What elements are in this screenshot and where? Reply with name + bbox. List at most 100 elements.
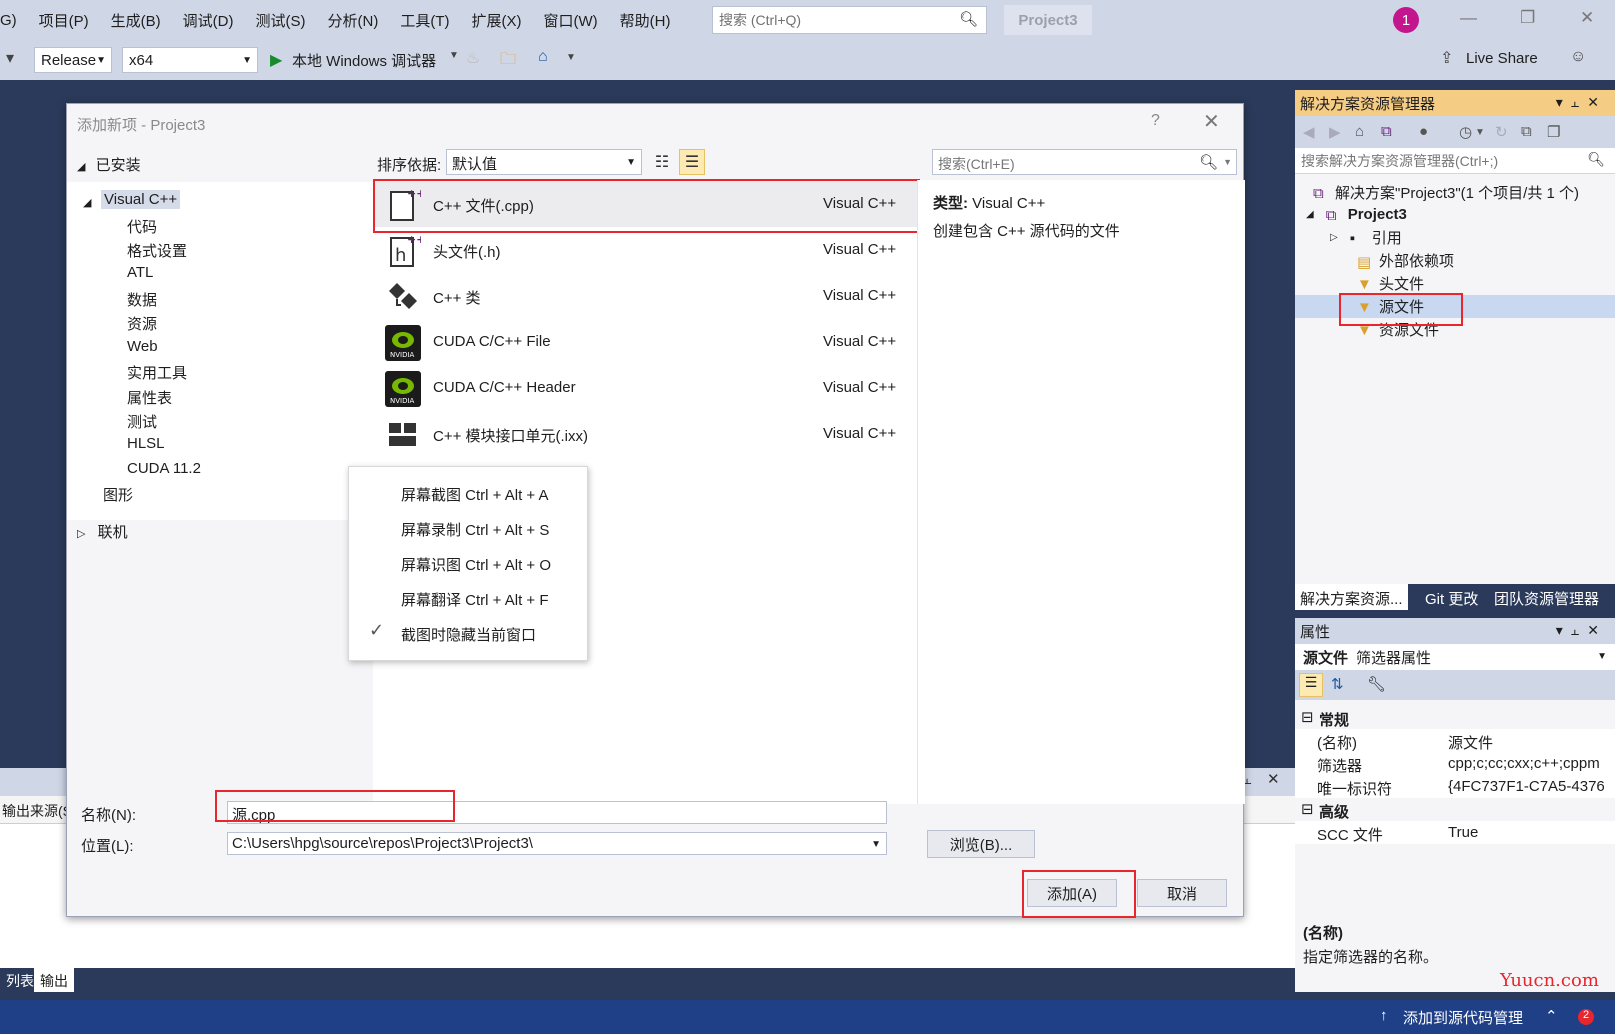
tree-item-cuda[interactable]: CUDA 11.2	[127, 460, 201, 477]
browse-button[interactable]: 浏览(B)...	[927, 830, 1035, 858]
categorized-icon[interactable]: ☰	[1299, 673, 1323, 697]
tree-item-format[interactable]: 格式设置	[127, 240, 187, 261]
menu-build-partial[interactable]: G)	[0, 12, 28, 29]
tree-expand-icon[interactable]: ◢	[83, 193, 91, 210]
window-icon[interactable]: ⌂	[538, 48, 548, 66]
home-icon[interactable]: ⌂	[1355, 123, 1364, 140]
template-row-cuda-file[interactable]: NVIDIA CUDA C/C++ File Visual C++	[373, 319, 917, 365]
tree-item-web[interactable]: Web	[127, 338, 158, 355]
wrench-icon[interactable]: 🔧︎	[1367, 675, 1386, 693]
debugger-button[interactable]: 本地 Windows 调试器	[292, 50, 436, 71]
sort-alpha-icon[interactable]: ⇅	[1331, 675, 1344, 693]
collapse-icon[interactable]: ⧉	[1521, 123, 1532, 140]
tree-item-atl[interactable]: ATL	[127, 264, 153, 281]
play-icon[interactable]: ▶	[270, 50, 282, 70]
chevron-down-icon[interactable]: ▼	[449, 50, 459, 61]
tree-references[interactable]: ▷ ▪ 引用	[1330, 226, 1402, 249]
tree-item-data[interactable]: 数据	[127, 289, 157, 310]
tab-solution-explorer[interactable]: 解决方案资源...	[1295, 584, 1408, 610]
prop-row[interactable]: (名称) 源文件	[1295, 729, 1615, 752]
sync-icon[interactable]: ↻	[1495, 123, 1508, 141]
menu-debug[interactable]: 调试(D)	[172, 10, 245, 31]
template-row-cuda-header[interactable]: NVIDIA CUDA C/C++ Header Visual C++	[373, 365, 917, 411]
prop-category-general[interactable]: ⊟ 常规	[1295, 706, 1615, 729]
global-search-input[interactable]: 搜索 (Ctrl+Q) 🔍︎	[712, 6, 987, 34]
tree-visual-cpp[interactable]: Visual C++	[101, 190, 181, 209]
close-icon[interactable]: ✕	[1267, 770, 1280, 788]
menu-item-recognize[interactable]: 屏幕识图 Ctrl + Alt + O	[401, 554, 551, 575]
person-icon[interactable]: ☺	[1570, 48, 1586, 66]
tree-project[interactable]: ◢ ⧉ Project3	[1306, 203, 1407, 226]
template-row-header[interactable]: h ++ 头文件(.h) Visual C++	[373, 227, 917, 273]
installed-header[interactable]: ◢ 已安装	[77, 154, 141, 175]
properties-object-selector[interactable]: 源文件 筛选器属性 ▼	[1295, 644, 1615, 670]
fire-icon[interactable]: ♨	[466, 48, 480, 68]
menu-build[interactable]: 生成(B)	[100, 10, 172, 31]
list-view-icon[interactable]: ☰	[679, 149, 705, 175]
menu-item-hide-window[interactable]: 截图时隐藏当前窗口	[401, 624, 536, 645]
tree-item-hlsl[interactable]: HLSL	[127, 435, 165, 452]
folder-icon[interactable]: 🗀	[500, 48, 516, 75]
location-combo[interactable]: C:\Users\hpg\source\repos\Project3\Proje…	[227, 832, 887, 855]
tab-git-changes[interactable]: Git 更改	[1420, 584, 1483, 610]
history-icon[interactable]: ◷	[1459, 123, 1472, 141]
prop-row[interactable]: 筛选器 cpp;c;cc;cxx;c++;cppm	[1295, 752, 1615, 775]
menu-project[interactable]: 项目(P)	[28, 10, 100, 31]
template-lang: Visual C++	[823, 425, 897, 442]
menu-item-record[interactable]: 屏幕录制 Ctrl + Alt + S	[401, 519, 549, 540]
prop-category-advanced[interactable]: ⊟ 高级	[1295, 798, 1615, 821]
globe-icon[interactable]: ●	[1419, 123, 1428, 140]
minimize-icon[interactable]: —	[1460, 8, 1477, 28]
toolbar-dropdown-icon[interactable]: ▾	[6, 48, 14, 68]
svg-text:++: ++	[407, 233, 421, 246]
notification-count-badge[interactable]: 2	[1578, 1009, 1594, 1025]
cancel-button[interactable]: 取消	[1137, 879, 1227, 907]
menu-item-translate[interactable]: 屏幕翻译 Ctrl + Alt + F	[401, 589, 549, 610]
config-combo[interactable]: Release ▼	[34, 47, 112, 73]
prop-row[interactable]: SCC 文件 True	[1295, 821, 1615, 844]
platform-combo[interactable]: x64 ▼	[122, 47, 258, 73]
tree-external-deps[interactable]: ▤ 外部依赖项	[1357, 249, 1454, 272]
live-share-button[interactable]: Live Share	[1466, 50, 1538, 67]
menu-window[interactable]: 窗口(W)	[532, 10, 608, 31]
help-button[interactable]: ?	[1151, 112, 1160, 130]
tree-item-utility[interactable]: 实用工具	[127, 362, 187, 383]
filter-folder-icon: ▼	[1357, 275, 1372, 293]
close-icon[interactable]: ✕	[1203, 109, 1220, 134]
tree-item-property-sheet[interactable]: 属性表	[127, 387, 172, 408]
template-row-class[interactable]: C++ 类 Visual C++	[373, 273, 917, 319]
grid-view-icon[interactable]: ☷	[649, 149, 675, 175]
menu-tools[interactable]: 工具(T)	[389, 10, 460, 31]
copy-icon[interactable]: ❐	[1547, 123, 1560, 141]
source-control-button[interactable]: 添加到源代码管理	[1403, 1007, 1523, 1028]
tree-solution[interactable]: ⧉ 解决方案"Project3"(1 个项目/共 1 个)	[1313, 181, 1579, 204]
close-window-icon[interactable]: ✕	[1580, 8, 1594, 28]
chevron-down-icon[interactable]: ▼	[566, 52, 576, 63]
notification-badge[interactable]: 1	[1393, 7, 1419, 33]
forward-icon[interactable]: ▶	[1329, 123, 1341, 141]
menu-extensions[interactable]: 扩展(X)	[460, 10, 532, 31]
prop-row[interactable]: 唯一标识符 {4FC737F1-C7A5-4376	[1295, 775, 1615, 798]
template-row-module[interactable]: C++ 模块接口单元(.ixx) Visual C++	[373, 411, 917, 457]
chevron-down-icon[interactable]: ▼	[1475, 127, 1485, 138]
vs-switch-icon[interactable]: ⧉	[1381, 123, 1392, 140]
online-header[interactable]: ▷ 联机	[77, 521, 128, 542]
tab-output[interactable]: 输出	[34, 968, 74, 992]
tab-team-explorer[interactable]: 团队资源管理器	[1489, 584, 1604, 610]
template-search-input[interactable]: 搜索(Ctrl+E) 🔍︎ ▼	[932, 149, 1237, 175]
tree-item-graphics[interactable]: 图形	[103, 484, 133, 505]
pane-controls[interactable]: ▾⫠✕	[1556, 622, 1607, 639]
tree-item-resource[interactable]: 资源	[127, 313, 157, 334]
back-icon[interactable]: ◀	[1303, 123, 1315, 141]
tree-header-files[interactable]: ▼ 头文件	[1357, 272, 1424, 295]
sort-combo[interactable]: 默认值 ▼	[446, 149, 642, 175]
pane-controls[interactable]: ▾⫠✕	[1556, 94, 1607, 111]
tree-item-code[interactable]: 代码	[127, 216, 157, 237]
menu-analyze[interactable]: 分析(N)	[317, 10, 390, 31]
menu-help[interactable]: 帮助(H)	[609, 10, 682, 31]
menu-item-screenshot[interactable]: 屏幕截图 Ctrl + Alt + A	[401, 484, 549, 505]
tree-item-test[interactable]: 测试	[127, 411, 157, 432]
menu-test[interactable]: 测试(S)	[245, 10, 317, 31]
restore-icon[interactable]: ❐	[1520, 8, 1535, 28]
solution-search-input[interactable]: 搜索解决方案资源管理器(Ctrl+;) 🔍︎	[1295, 148, 1615, 174]
